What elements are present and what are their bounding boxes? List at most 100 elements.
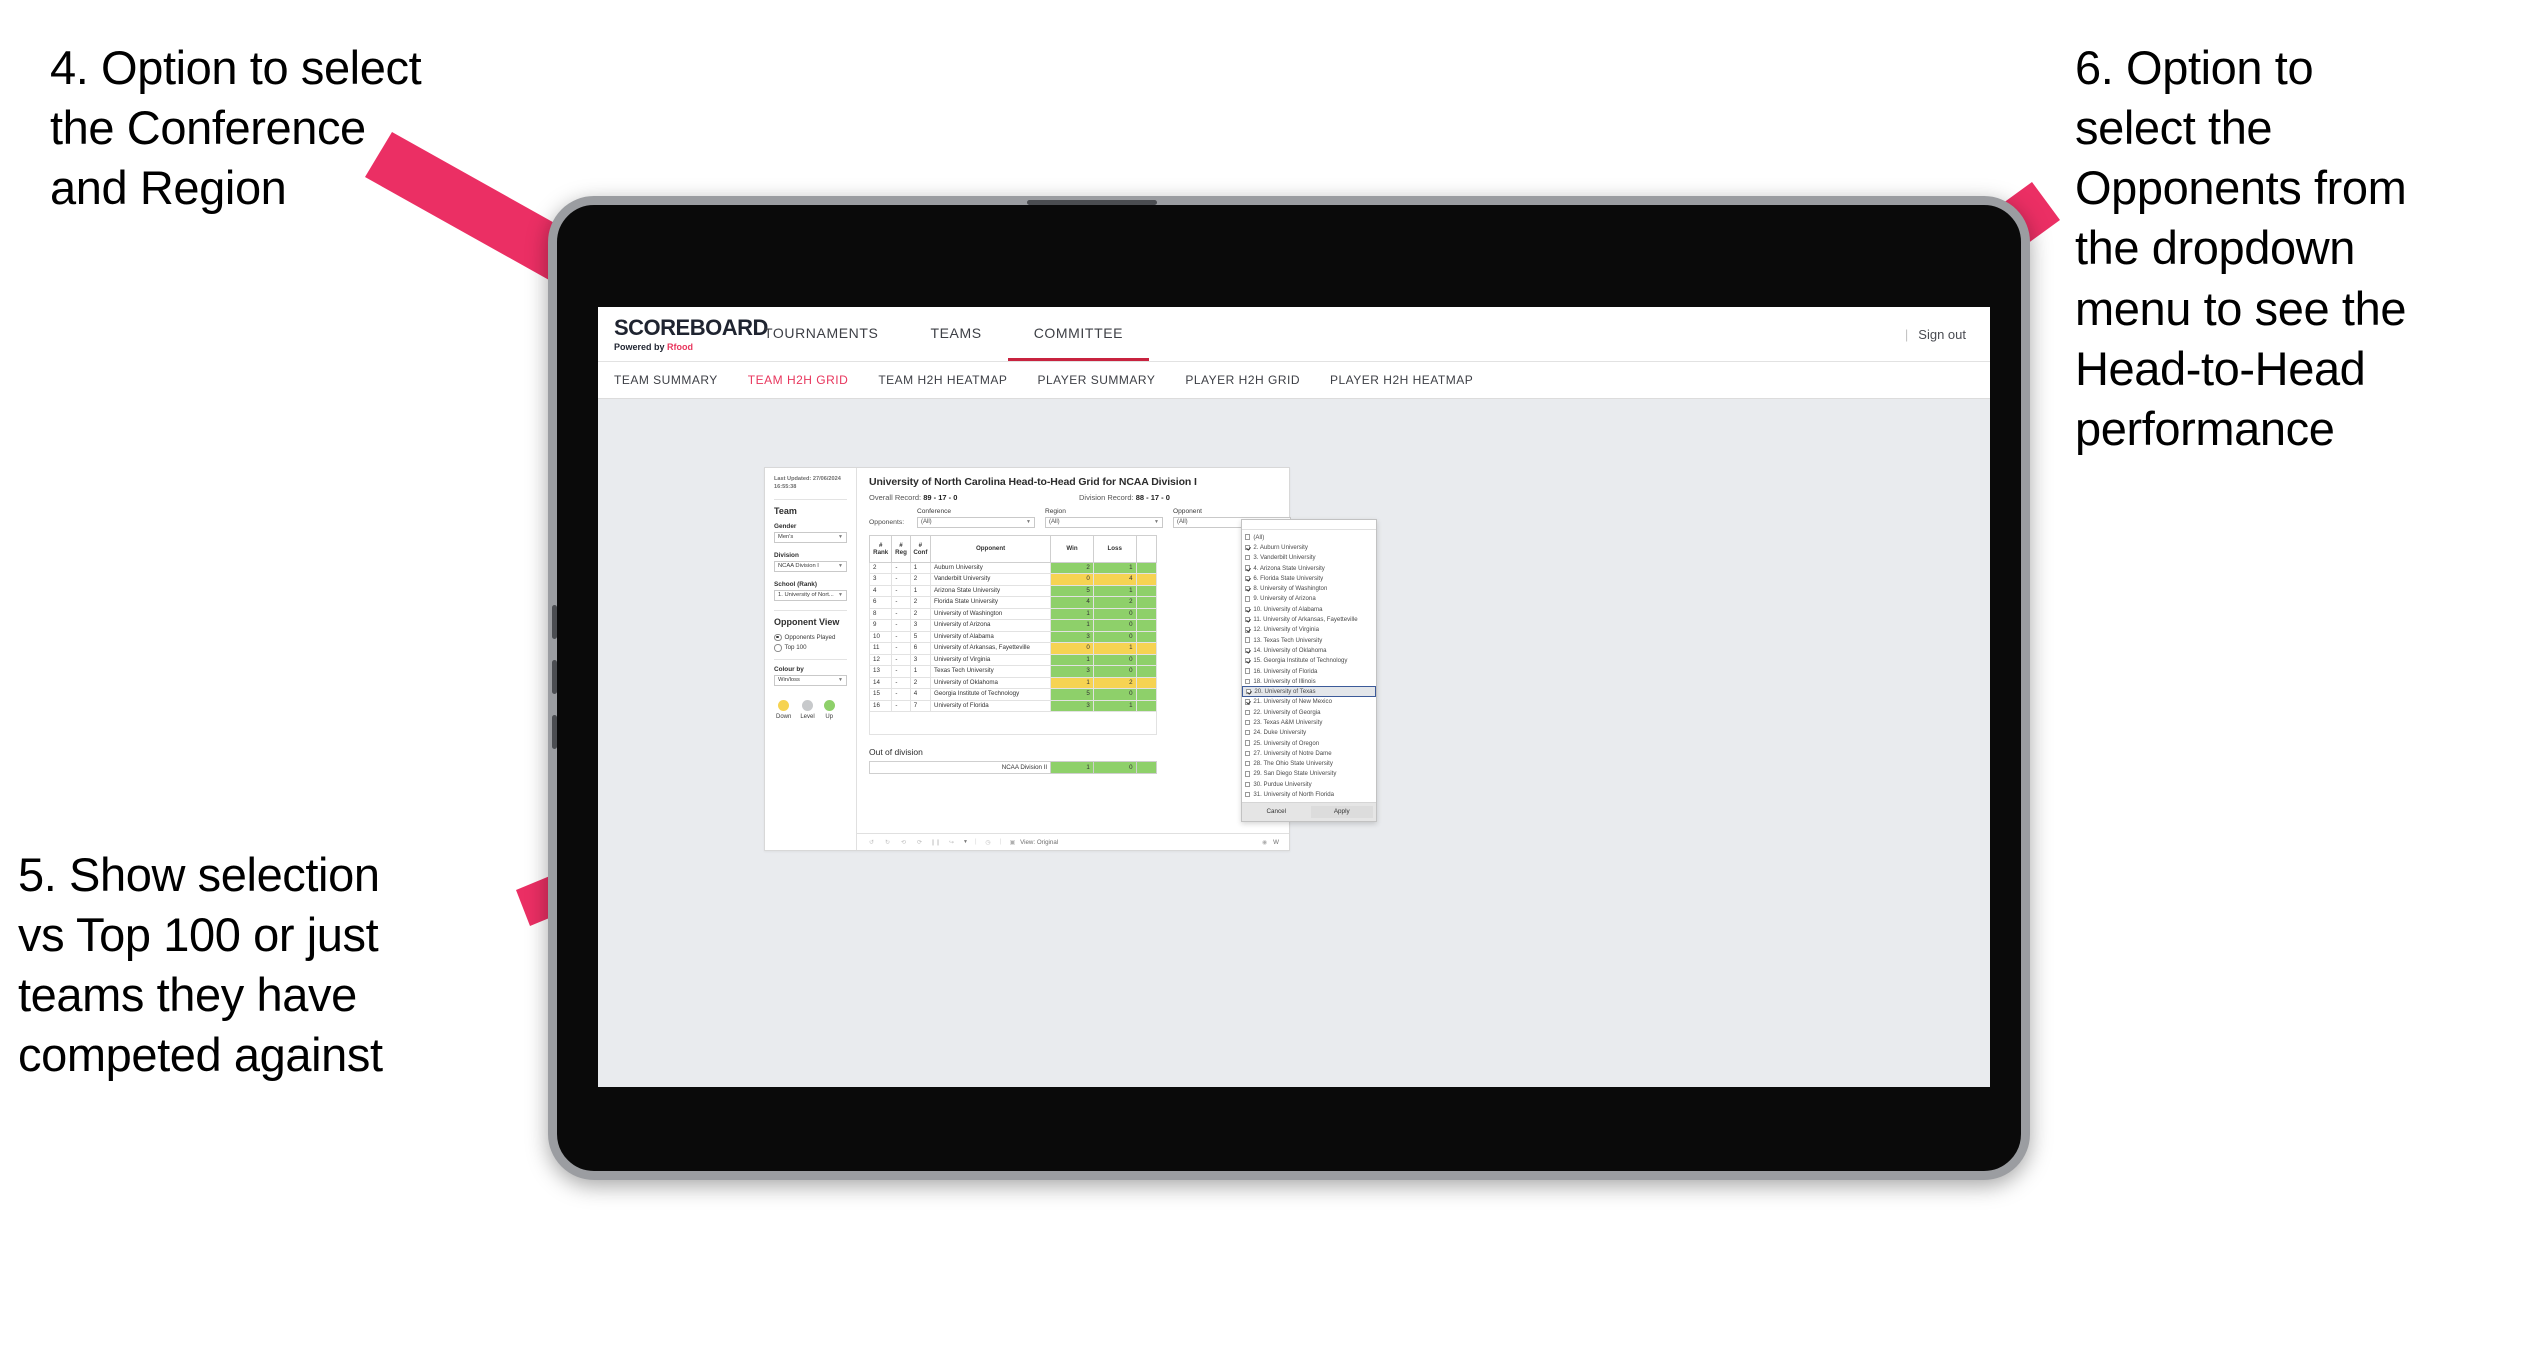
side-button[interactable] <box>552 715 557 749</box>
table-row[interactable]: 4-1 Arizona State University 5 1 <box>868 585 1158 597</box>
col-header-opponent[interactable]: Opponent <box>930 534 1052 563</box>
checkbox-checked-icon[interactable] <box>1245 616 1251 623</box>
nav-item-tournaments[interactable]: TOURNAMENTS <box>738 307 904 361</box>
revert-icon[interactable]: ⟲ <box>899 838 908 847</box>
cancel-button[interactable]: Cancel <box>1245 805 1308 818</box>
checkbox-checked-icon[interactable] <box>1245 627 1251 633</box>
dropdown-option[interactable]: 13. Texas Tech University <box>1242 635 1376 645</box>
dropdown-option[interactable]: 22. University of Georgia <box>1242 707 1376 717</box>
col-header-conf[interactable]: # Conf <box>909 534 932 563</box>
checkbox-checked-icon[interactable] <box>1245 544 1251 551</box>
radio-opponents-played[interactable]: Opponents Played <box>774 633 847 642</box>
checkbox-checked-icon[interactable] <box>1246 688 1252 695</box>
checkbox-icon[interactable] <box>1245 730 1251 736</box>
table-row[interactable]: NCAA Division II 1 0 <box>868 761 1158 774</box>
region-filter-select[interactable]: (All) ▼ <box>1045 516 1163 528</box>
table-row[interactable]: 3-2 Vanderbilt University 0 4 <box>868 573 1158 586</box>
sign-out-link[interactable]: Sign out <box>1918 327 1966 342</box>
dropdown-option[interactable]: 3. Vanderbilt University <box>1242 553 1376 563</box>
table-row[interactable]: 10-5 University of Alabama 3 0 <box>868 631 1158 643</box>
table-row[interactable]: 15-4 Georgia Institute of Technology 5 0 <box>868 688 1158 701</box>
table-row[interactable]: 2-1 Auburn University 2 1 <box>868 562 1158 574</box>
checkbox-checked-icon[interactable] <box>1245 647 1251 654</box>
dropdown-option[interactable]: 16. University of Florida <box>1242 666 1376 676</box>
dropdown-option[interactable]: 25. University of Oregon <box>1242 738 1376 748</box>
dropdown-option[interactable]: 11. University of Arkansas, Fayetteville <box>1242 614 1376 624</box>
dropdown-option[interactable]: 18. University of Illinois <box>1242 676 1376 686</box>
dropdown-option[interactable]: 27. University of Notre Dame <box>1242 748 1376 758</box>
school-select[interactable]: 1. University of Nort... ▼ <box>774 589 847 601</box>
dropdown-search-field[interactable] <box>1242 520 1376 530</box>
checkbox-checked-icon[interactable] <box>1245 585 1251 592</box>
table-row[interactable]: 12-3 University of Virginia 1 0 <box>868 654 1158 666</box>
checkbox-icon[interactable] <box>1245 678 1251 684</box>
table-row[interactable]: 9-3 University of Arizona 1 0 <box>868 619 1158 632</box>
checkbox-icon[interactable] <box>1245 709 1251 715</box>
checkbox-icon[interactable] <box>1245 740 1251 746</box>
col-header-rank[interactable]: # Rank <box>868 534 893 563</box>
volume-up-button[interactable] <box>552 605 557 639</box>
checkbox-checked-icon[interactable] <box>1245 606 1251 612</box>
dropdown-option[interactable]: 23. Texas A&M University <box>1242 717 1376 727</box>
table-row[interactable]: 16-7 University of Florida 3 1 <box>868 700 1158 712</box>
pause-auto-updates-icon[interactable]: ❙❙ <box>930 838 940 847</box>
checkbox-checked-icon[interactable] <box>1245 565 1251 571</box>
table-row[interactable]: 8-2 University of Washington 1 0 <box>868 608 1158 620</box>
apply-button[interactable]: Apply <box>1310 805 1373 818</box>
checkbox-icon[interactable] <box>1245 719 1251 726</box>
division-select[interactable]: NCAA Division I ▼ <box>774 560 847 572</box>
checkbox-checked-icon[interactable] <box>1245 575 1251 582</box>
table-row[interactable]: 6-2 Florida State University 4 2 <box>868 596 1158 609</box>
dropdown-option[interactable]: 31. University of North Florida <box>1242 789 1376 799</box>
chevron-down-icon[interactable]: ▼ <box>963 839 968 845</box>
table-row[interactable]: 13-1 Texas Tech University 3 0 <box>868 665 1158 678</box>
checkbox-icon[interactable] <box>1245 771 1251 777</box>
redo-icon[interactable]: ↻ <box>883 838 892 847</box>
tab-team-h2h-heatmap[interactable]: TEAM H2H HEATMAP <box>878 373 1007 387</box>
dropdown-option[interactable]: 24. Duke University <box>1242 728 1376 738</box>
checkbox-icon[interactable] <box>1245 555 1251 561</box>
tab-player-h2h-heatmap[interactable]: PLAYER H2H HEATMAP <box>1330 373 1473 387</box>
checkbox-icon[interactable] <box>1245 534 1251 540</box>
checkbox-icon[interactable] <box>1245 781 1251 787</box>
checkbox-icon[interactable] <box>1245 760 1251 767</box>
dropdown-option[interactable]: (All) <box>1242 532 1376 542</box>
power-button[interactable] <box>1027 200 1157 205</box>
col-header-win[interactable]: Win <box>1050 534 1094 563</box>
checkbox-checked-icon[interactable] <box>1245 699 1251 705</box>
nav-item-committee[interactable]: COMMITTEE <box>1007 307 1150 361</box>
radio-top-100[interactable]: Top 100 <box>774 644 847 652</box>
dropdown-option[interactable]: 9. University of Arizona <box>1242 594 1376 604</box>
opponent-dropdown-menu[interactable]: (All) 2. Auburn University 3. Vanderbilt U… <box>1241 519 1377 822</box>
table-row[interactable]: 11-6 University of Arkansas, Fayetteville… <box>868 642 1158 655</box>
tab-player-h2h-grid[interactable]: PLAYER H2H GRID <box>1185 373 1300 387</box>
col-header-reg[interactable]: # Reg <box>891 534 911 563</box>
tab-team-summary[interactable]: TEAM SUMMARY <box>614 373 718 387</box>
checkbox-icon[interactable] <box>1245 750 1251 757</box>
tab-player-summary[interactable]: PLAYER SUMMARY <box>1037 373 1155 387</box>
dropdown-option[interactable]: 20. University of Texas <box>1242 686 1376 697</box>
dropdown-option[interactable]: 4. Arizona State University <box>1242 563 1376 573</box>
volume-down-button[interactable] <box>552 660 557 694</box>
checkbox-icon[interactable] <box>1245 637 1251 643</box>
dropdown-option[interactable]: 2. Auburn University <box>1242 542 1376 552</box>
checkbox-icon[interactable] <box>1245 596 1251 602</box>
dropdown-option[interactable]: 14. University of Oklahoma <box>1242 645 1376 655</box>
checkbox-icon[interactable] <box>1245 668 1251 674</box>
dropdown-option[interactable]: 6. Florida State University <box>1242 573 1376 583</box>
checkbox-checked-icon[interactable] <box>1245 658 1251 664</box>
dropdown-option[interactable]: 8. University of Washington <box>1242 583 1376 593</box>
app-logo[interactable]: SCOREBOARD Powered by Rfood <box>598 307 768 361</box>
tab-team-h2h-grid[interactable]: TEAM H2H GRID <box>748 373 849 387</box>
gender-select[interactable]: Men's ▼ <box>774 531 847 543</box>
dropdown-option[interactable]: 21. University of New Mexico <box>1242 697 1376 707</box>
checkbox-icon[interactable] <box>1245 791 1251 798</box>
dropdown-option[interactable]: 30. Purdue University <box>1242 779 1376 789</box>
dropdown-option[interactable]: 10. University of Alabama <box>1242 604 1376 614</box>
share-icon[interactable]: ↪ <box>947 838 956 847</box>
view-control[interactable]: ▣ View: Original <box>1008 838 1059 847</box>
nav-item-teams[interactable]: TEAMS <box>904 307 1007 361</box>
dropdown-option[interactable]: 28. The Ohio State University <box>1242 759 1376 769</box>
col-header-loss[interactable]: Loss <box>1092 534 1137 563</box>
conference-filter-select[interactable]: (All) ▼ <box>917 516 1035 528</box>
